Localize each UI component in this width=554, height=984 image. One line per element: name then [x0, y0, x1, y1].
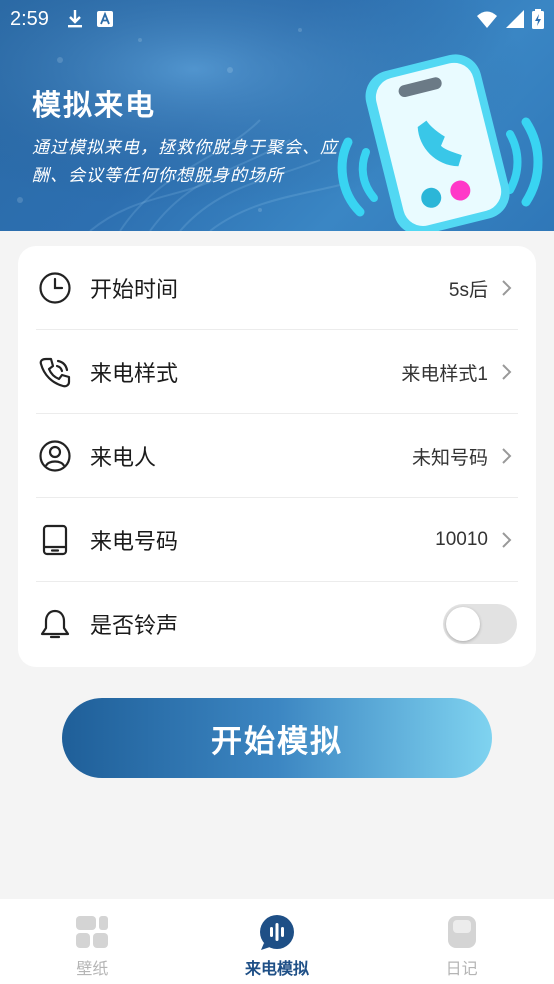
- download-icon: [67, 10, 82, 28]
- person-icon: [39, 440, 71, 472]
- caller-number-row[interactable]: 来电号码 10010: [18, 498, 536, 582]
- toggle-knob: [446, 607, 480, 641]
- phone-ringing-illustration: [337, 54, 543, 231]
- chevron-right-icon: [502, 364, 512, 380]
- caller-number-value: 10010: [435, 529, 488, 550]
- chevron-right-icon: [502, 448, 512, 464]
- ringtone-label: 是否铃声: [90, 614, 179, 639]
- caller-number-label: 来电号码: [90, 530, 179, 555]
- diary-icon: [447, 916, 476, 948]
- wifi-icon: [477, 11, 497, 28]
- bottom-navigation: 壁纸 来电模拟 日记: [0, 899, 554, 984]
- caller-value: 未知号码: [411, 447, 488, 469]
- nav-item-call-simulation[interactable]: 来电模拟: [185, 899, 370, 984]
- phone-call-icon: [39, 357, 71, 388]
- wallpaper-icon: [76, 916, 109, 948]
- status-bar: 2:59: [0, 0, 554, 38]
- nav-item-diary[interactable]: 日记: [369, 899, 554, 984]
- app-notification-icon: [96, 11, 113, 27]
- battery-charging-icon: [532, 9, 544, 29]
- ringtone-row: 是否铃声: [18, 582, 536, 666]
- caller-row[interactable]: 来电人 未知号码: [18, 414, 536, 498]
- start-time-row[interactable]: 开始时间 5s后: [18, 246, 536, 330]
- ringtone-toggle[interactable]: [443, 604, 517, 644]
- chevron-right-icon: [502, 532, 512, 548]
- start-time-label: 开始时间: [90, 278, 179, 303]
- clock-icon: [39, 272, 71, 304]
- caller-label: 来电人: [90, 446, 157, 471]
- start-time-value: 5s后: [448, 279, 488, 301]
- nav-item-wallpaper[interactable]: 壁纸: [0, 899, 185, 984]
- call-style-value: 来电样式1: [401, 363, 488, 385]
- banner-description: 通过模拟来电，拯救你脱身于聚会、应酬、会议等任何你想脱身的场所: [32, 138, 338, 186]
- nav-label-wallpaper: 壁纸: [76, 959, 109, 978]
- bell-icon: [40, 609, 70, 639]
- start-simulation-button[interactable]: 开始模拟: [62, 698, 492, 778]
- call-simulation-icon: [260, 915, 294, 950]
- banner-title: 模拟来电: [32, 88, 157, 122]
- chevron-right-icon: [502, 280, 512, 296]
- call-style-label: 来电样式: [90, 362, 179, 387]
- nav-label-call-simulation: 来电模拟: [245, 959, 310, 978]
- call-settings-card: 开始时间 5s后 来电样式 来电样式1 来电人 未知号码 来电号码 10010 …: [18, 246, 536, 667]
- tablet-icon: [42, 524, 68, 556]
- nav-label-diary: 日记: [445, 959, 478, 978]
- status-time: 2:59: [10, 7, 49, 30]
- signal-icon: [506, 10, 524, 28]
- call-style-row[interactable]: 来电样式 来电样式1: [18, 330, 536, 414]
